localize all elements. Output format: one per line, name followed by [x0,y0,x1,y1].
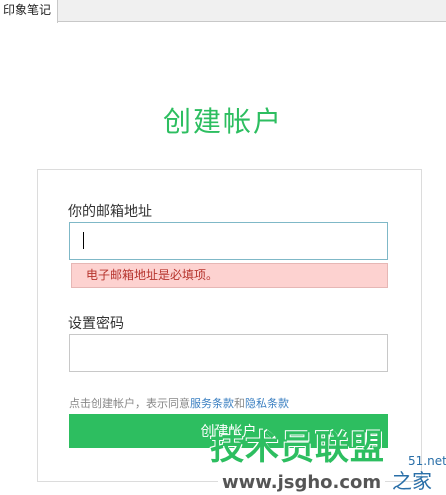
password-label: 设置密码 [68,316,124,332]
email-error-message: 电子邮箱地址是必填项。 [71,263,388,288]
app-window: 印象笔记 创建帐户 你的邮箱地址 电子邮箱地址是必填项。 设置密码 点击创建帐户… [0,0,446,495]
terms-of-service-link[interactable]: 服务条款 [190,397,234,410]
tab-bar: 印象笔记 [0,0,446,23]
password-input[interactable] [69,334,388,372]
email-label: 你的邮箱地址 [68,204,152,220]
privacy-policy-link[interactable]: 隐私条款 [245,397,289,410]
terms-prefix: 点击创建帐户，表示同意 [69,397,190,410]
terms-and: 和 [234,397,245,410]
page-title: 创建帐户 [162,105,283,138]
create-account-button[interactable]: 创建帐户 [69,414,388,448]
text-caret [83,232,84,249]
email-input[interactable] [69,222,388,260]
terms-notice: 点击创建帐户，表示同意服务条款和隐私条款 [69,397,289,411]
tab-evernote[interactable]: 印象笔记 [0,0,58,23]
